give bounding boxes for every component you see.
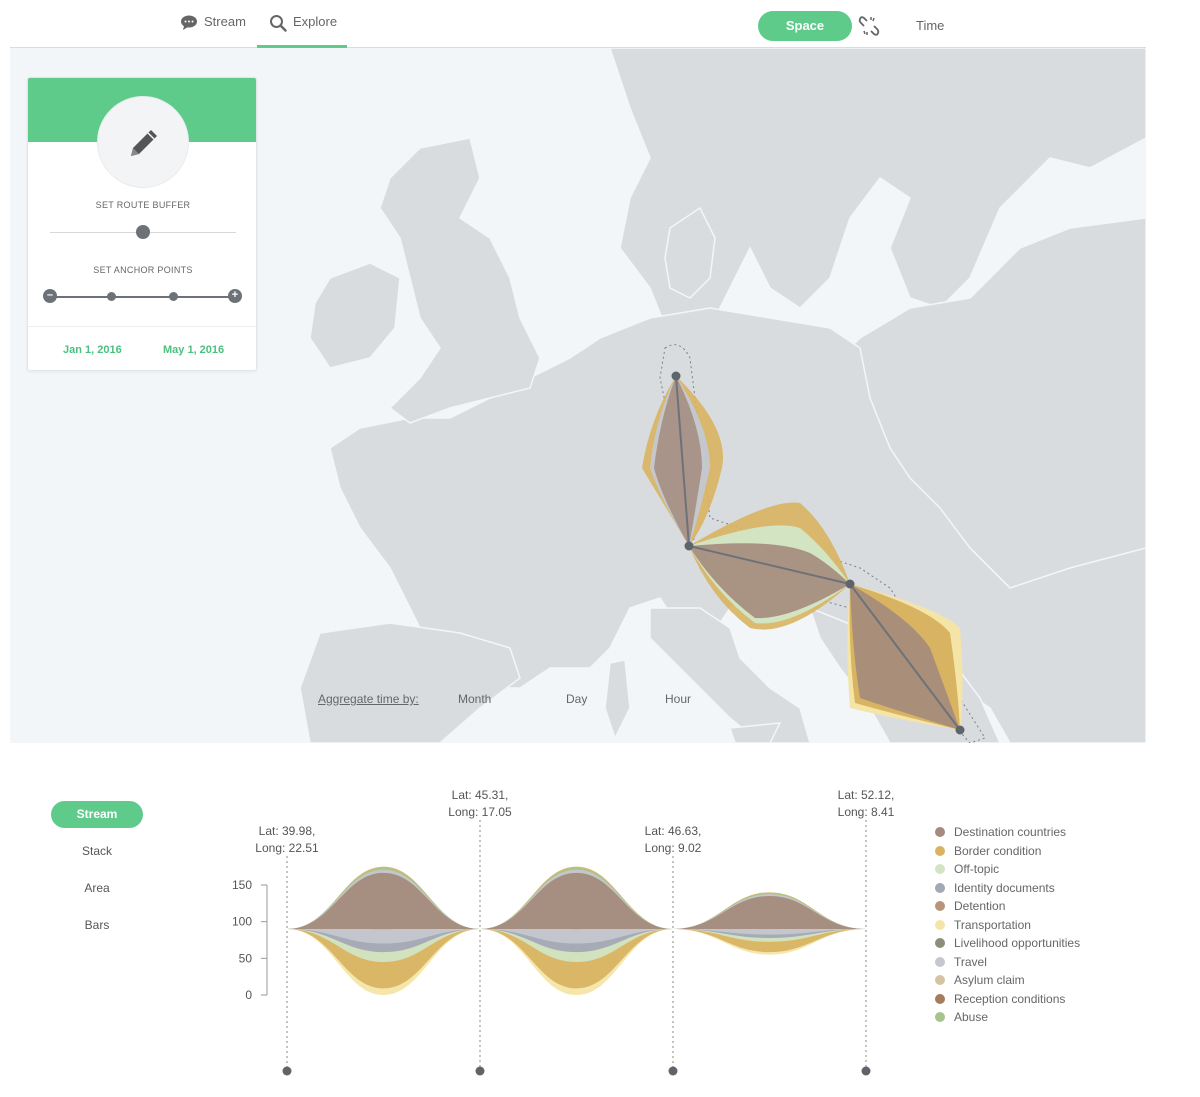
stream-layer: [673, 896, 866, 930]
add-anchor-button[interactable]: +: [228, 289, 242, 303]
anchor-marker: [475, 1066, 485, 1076]
tab-explore-label: Explore: [293, 14, 338, 29]
iberia-landmass: [299, 622, 521, 743]
anchor-long-label: Long: 8.41: [838, 805, 895, 819]
legend-swatch: [935, 845, 945, 856]
legend-item[interactable]: Detention: [935, 897, 1080, 916]
legend-item[interactable]: Off-topic: [935, 860, 1080, 879]
great-britain-landmass: [379, 137, 541, 424]
anchor-points-label: SET ANCHOR POINTS: [93, 265, 193, 275]
tab-explore[interactable]: Explore: [257, 14, 347, 48]
legend-label: Identity documents: [954, 880, 1055, 895]
legend-item[interactable]: Reception conditions: [935, 990, 1080, 1009]
legend-label: Border condition: [954, 843, 1042, 858]
legend-swatch: [935, 827, 945, 838]
legend-item[interactable]: Livelihood opportunities: [935, 934, 1080, 953]
speech-bubble-icon: [181, 15, 197, 30]
legend-swatch: [935, 919, 945, 930]
legend-swatch: [935, 1012, 945, 1023]
tab-stream[interactable]: Stream: [180, 14, 258, 48]
route-buffer-slider-handle[interactable]: [136, 225, 150, 239]
legend-label: Destination countries: [954, 825, 1067, 840]
legend-swatch: [935, 901, 945, 912]
anchor-marker: [668, 1066, 678, 1076]
search-icon: [270, 15, 287, 32]
aggregate-option-month[interactable]: Month: [458, 692, 491, 706]
aggregate-option-hour[interactable]: Hour: [665, 692, 691, 706]
tab-stream-label: Stream: [204, 14, 246, 29]
y-tick-label: 50: [239, 951, 253, 965]
legend-swatch: [935, 993, 945, 1004]
legend-swatch: [935, 956, 945, 967]
legend-swatch: [935, 938, 945, 949]
legend-item[interactable]: Transportation: [935, 916, 1080, 935]
y-tick-label: 100: [232, 915, 252, 929]
stream-chart-panel: Stream Stack Area Bars 0 50 100 150 Lat: 39…: [10, 743, 1146, 1097]
aggregate-option-day[interactable]: Day: [566, 692, 587, 706]
legend-label: Off-topic: [954, 862, 1000, 877]
stream-layer: [287, 872, 480, 930]
legend-item[interactable]: Asylum claim: [935, 971, 1080, 990]
stream-layers: [287, 866, 866, 995]
legend-label: Reception conditions: [954, 991, 1066, 1006]
sardinia-landmass: [604, 659, 631, 740]
legend-label: Abuse: [954, 1010, 989, 1025]
anchor-marker: [861, 1066, 871, 1076]
legend-label: Livelihood opportunities: [954, 936, 1081, 951]
legend-item[interactable]: Travel: [935, 953, 1080, 972]
legend-item[interactable]: Abuse: [935, 1008, 1080, 1027]
anchor-lat-label: Lat: 39.98,: [259, 824, 316, 838]
y-axis: 0 50 100 150: [232, 878, 268, 1002]
y-tick-label: 150: [232, 878, 252, 892]
anchor-lat-label: Lat: 52.12,: [838, 788, 895, 802]
y-tick-label: 0: [245, 988, 252, 1002]
legend: Destination countries Border condition Off…: [935, 823, 1080, 1027]
italy-landmass: [649, 607, 811, 743]
ireland-landmass: [309, 262, 401, 369]
anchor-point-handle[interactable]: [107, 292, 116, 301]
legend-swatch: [935, 975, 945, 986]
time-toggle-label[interactable]: Time: [916, 18, 944, 33]
stream-layer: [480, 872, 673, 930]
start-date[interactable]: Jan 1, 2016: [63, 344, 122, 356]
space-toggle-button[interactable]: Space: [758, 11, 852, 41]
legend-label: Travel: [954, 954, 987, 969]
aggregate-time-label: Aggregate time by:: [318, 692, 419, 706]
anchor-lat-label: Lat: 46.63,: [645, 824, 702, 838]
legend-item[interactable]: Identity documents: [935, 879, 1080, 898]
legend-swatch: [935, 882, 945, 893]
pencil-icon: [131, 130, 157, 156]
legend-label: Asylum claim: [954, 973, 1025, 988]
end-date[interactable]: May 1, 2016: [163, 344, 224, 356]
anchor-long-label: Long: 17.05: [448, 805, 512, 819]
legend-item[interactable]: Destination countries: [935, 823, 1080, 842]
anchor-long-label: Long: 22.51: [255, 841, 319, 855]
remove-anchor-button[interactable]: –: [43, 289, 57, 303]
anchor-points-track: [50, 296, 236, 298]
legend-swatch: [935, 864, 945, 875]
anchor-long-label: Long: 9.02: [645, 841, 702, 855]
anchor-lat-label: Lat: 45.31,: [452, 788, 509, 802]
top-navigation: Stream Explore Space Time: [10, 0, 1146, 48]
anchor-point-handle[interactable]: [169, 292, 178, 301]
legend-item[interactable]: Border condition: [935, 842, 1080, 861]
panel-divider: [28, 326, 256, 327]
route-buffer-label: SET ROUTE BUFFER: [95, 200, 191, 210]
stream-graph[interactable]: 0 50 100 150 Lat: 39.98, Long: 22.51 Lat: 45.…: [10, 743, 930, 1097]
legend-label: Detention: [954, 899, 1006, 914]
legend-label: Transportation: [954, 917, 1031, 932]
route-control-panel: SET ROUTE BUFFER SET ANCHOR POINTS – + J…: [27, 77, 257, 371]
broken-link-icon[interactable]: [858, 15, 880, 37]
anchor-marker: [282, 1066, 292, 1076]
draw-route-button[interactable]: [97, 96, 189, 188]
